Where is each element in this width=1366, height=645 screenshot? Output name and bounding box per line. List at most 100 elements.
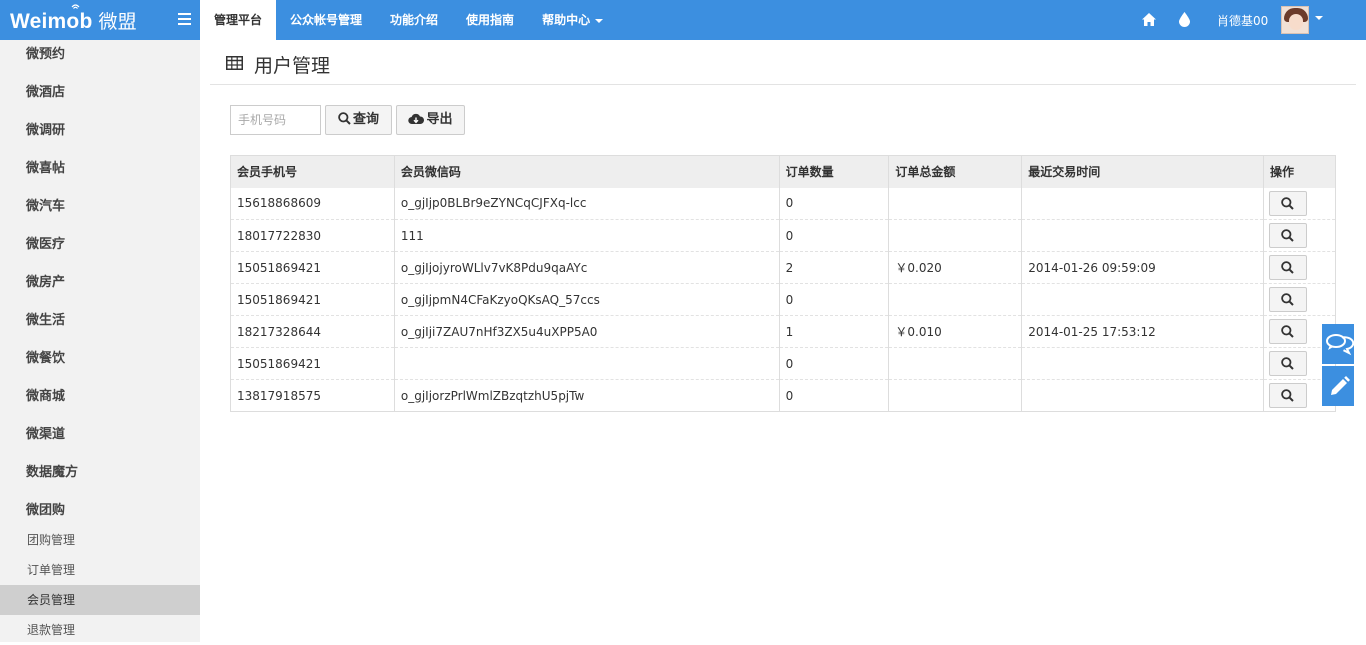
cell-orders: 0 <box>778 347 890 380</box>
cell-orders: 0 <box>778 283 890 316</box>
sidebar-item-medical[interactable]: 微医疗 <box>0 230 200 268</box>
cell-total <box>888 379 1023 412</box>
chevron-down-icon <box>595 18 604 23</box>
chat-button[interactable] <box>1322 324 1355 364</box>
sidebar-item-dining[interactable]: 微餐饮 <box>0 344 200 382</box>
sidebar: 微预约 微酒店 微调研 微喜帖 微汽车 微医疗 微房产 微生活 微餐饮 微商城 … <box>0 40 200 642</box>
cell-last-time <box>1021 379 1264 412</box>
cell-orders: 0 <box>778 379 890 412</box>
cell-phone: 18217328644 <box>230 315 395 348</box>
view-details-button[interactable] <box>1268 223 1307 248</box>
chat-bubbles-icon <box>1326 334 1355 356</box>
cell-last-time <box>1021 347 1264 380</box>
cell-wechat: o_gjIji7ZAU7nHf3ZX5u4uXPP5A0 <box>393 315 780 348</box>
sidebar-item-invitation[interactable]: 微喜帖 <box>0 154 200 192</box>
table-row: 15051869421 o_gjIjojyroWLlv7vK8Pdu9qaAYc 2… <box>230 251 1337 284</box>
view-details-button[interactable] <box>1268 190 1307 216</box>
cell-actions <box>1262 219 1337 252</box>
cell-total: ￥0.010 <box>888 315 1023 348</box>
sidebar-subitem-refund-manage[interactable]: 退款管理 <box>0 615 200 645</box>
view-details-button[interactable] <box>1268 383 1307 408</box>
nav-item-help[interactable]: 帮助中心 <box>528 0 617 40</box>
cell-phone: 18017722830 <box>230 219 395 252</box>
edit-button[interactable] <box>1322 366 1354 406</box>
cell-actions <box>1262 187 1337 220</box>
search-icon <box>1281 357 1295 370</box>
table-row: 18017722830 111 0 <box>230 219 1337 252</box>
view-details-button[interactable] <box>1268 287 1307 312</box>
view-details-button[interactable] <box>1268 255 1307 280</box>
sidebar-subitem-group-buy-manage[interactable]: 团购管理 <box>0 525 200 555</box>
sidebar-item-survey[interactable]: 微调研 <box>0 116 200 154</box>
avatar[interactable] <box>1281 6 1309 34</box>
cloud-download-icon <box>408 113 425 125</box>
pencil-icon <box>1331 376 1350 395</box>
search-icon <box>1281 325 1295 338</box>
search-icon <box>1281 293 1295 306</box>
cell-phone: 15618868609 <box>230 187 395 220</box>
cell-last-time <box>1021 187 1264 220</box>
column-header-last-time: 最近交易时间 <box>1021 155 1264 188</box>
table-row: 15051869421 o_gjIjpmN4CFaKzyoQKsAQ_57ccs 0 <box>230 283 1337 316</box>
phone-search-input[interactable] <box>230 105 321 135</box>
sidebar-subitem-order-manage[interactable]: 订单管理 <box>0 555 200 585</box>
cell-orders: 0 <box>778 187 890 220</box>
cell-orders: 0 <box>778 219 890 252</box>
cell-last-time <box>1021 283 1264 316</box>
chevron-down-icon[interactable] <box>1315 16 1323 20</box>
cell-total: ￥0.020 <box>888 251 1023 284</box>
search-icon <box>1281 261 1295 274</box>
top-navbar: Weimob 微盟 管理平台 公众帐号管理 功能介绍 使用指南 帮助中心 肖德基0… <box>0 0 1366 40</box>
view-details-button[interactable] <box>1268 351 1307 376</box>
export-button-label: 导出 <box>426 112 453 127</box>
username[interactable]: 肖德基00 <box>1217 12 1268 29</box>
hamburger-menu-icon[interactable] <box>178 13 191 25</box>
nav-item-public-accounts[interactable]: 公众帐号管理 <box>276 0 376 40</box>
brand-logo[interactable]: Weimob 微盟 <box>0 0 200 40</box>
query-button[interactable]: 查询 <box>325 105 392 135</box>
column-header-phone: 会员手机号 <box>230 155 395 188</box>
sidebar-item-realestate[interactable]: 微房产 <box>0 268 200 306</box>
column-header-actions: 操作 <box>1262 155 1337 188</box>
search-icon <box>338 112 351 125</box>
sidebar-item-mall[interactable]: 微商城 <box>0 382 200 420</box>
sidebar-subitem-member-manage[interactable]: 会员管理 <box>0 585 200 615</box>
search-icon <box>1281 196 1295 210</box>
nav-item-features[interactable]: 功能介绍 <box>376 0 452 40</box>
main-nav: 管理平台 公众帐号管理 功能介绍 使用指南 帮助中心 <box>200 0 617 40</box>
table-row: 13817918575 o_gjIjorzPrlWmlZBzqtzhU5pjTw 0 <box>230 379 1337 412</box>
nav-item-help-label: 帮助中心 <box>542 13 591 27</box>
table-row: 18217328644 o_gjIji7ZAU7nHf3ZX5u4uXPP5A0 1… <box>230 315 1337 348</box>
sidebar-item-data-cube[interactable]: 数据魔方 <box>0 458 200 496</box>
sidebar-item-car[interactable]: 微汽车 <box>0 192 200 230</box>
column-header-total: 订单总金额 <box>888 155 1023 188</box>
cell-orders: 1 <box>778 315 890 348</box>
cell-total <box>888 219 1023 252</box>
cell-wechat: o_gjIjojyroWLlv7vK8Pdu9qaAYc <box>393 251 780 284</box>
nav-item-management[interactable]: 管理平台 <box>200 0 277 40</box>
brand-name-cn: 微盟 <box>98 12 137 33</box>
member-table: 会员手机号 会员微信码 订单数量 订单总金额 最近交易时间 操作 1561886… <box>230 155 1337 412</box>
view-details-button[interactable] <box>1268 319 1307 344</box>
export-button[interactable]: 导出 <box>396 105 465 135</box>
cell-wechat: o_gjIjp0BLBr9eZYNCqCJFXq-lcc <box>393 187 780 220</box>
cell-phone: 13817918575 <box>230 379 395 412</box>
page-header: 用户管理 <box>210 40 1356 85</box>
water-drop-icon[interactable] <box>1179 12 1190 27</box>
nav-item-guide[interactable]: 使用指南 <box>452 0 528 40</box>
cell-last-time <box>1021 219 1264 252</box>
column-header-wechat: 会员微信码 <box>393 155 780 188</box>
search-icon <box>1281 229 1295 242</box>
brand-name: Weimob <box>10 10 93 33</box>
table-icon <box>226 56 243 70</box>
cell-last-time: 2014-01-25 17:53:12 <box>1021 315 1264 348</box>
cell-wechat: o_gjIjorzPrlWmlZBzqtzhU5pjTw <box>393 379 780 412</box>
cell-actions <box>1262 283 1337 316</box>
home-icon[interactable] <box>1142 13 1156 26</box>
table-row: 15051869421 0 <box>230 347 1337 380</box>
sidebar-item-channel[interactable]: 微渠道 <box>0 420 200 458</box>
sidebar-item-life[interactable]: 微生活 <box>0 306 200 344</box>
cell-wechat <box>393 347 780 380</box>
sidebar-item-appointment[interactable]: 微预约 <box>0 40 200 78</box>
sidebar-item-hotel[interactable]: 微酒店 <box>0 78 200 116</box>
